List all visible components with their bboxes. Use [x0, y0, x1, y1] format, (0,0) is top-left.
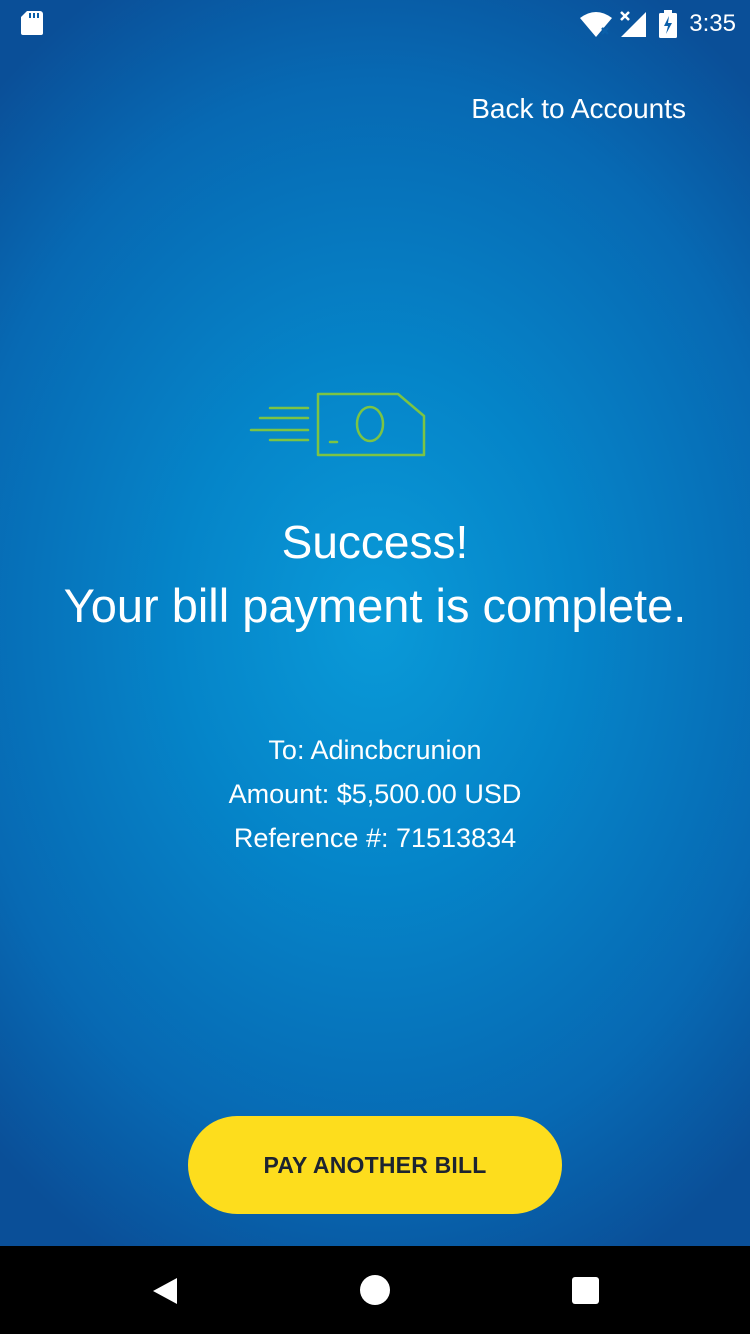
pay-another-bill-button[interactable]: PAY ANOTHER BILL: [188, 1116, 562, 1214]
signal-icon: [620, 11, 647, 37]
back-triangle-icon[interactable]: [150, 1276, 180, 1306]
confirmation-screen: 3:35 Back to Accounts Success! Your bill…: [0, 0, 750, 1246]
status-bar: 3:35: [0, 0, 750, 48]
back-to-accounts-link[interactable]: Back to Accounts: [471, 93, 686, 125]
payment-complete-text: Your bill payment is complete.: [63, 579, 687, 632]
sd-card-icon: [21, 11, 43, 35]
wifi-icon: [580, 12, 613, 37]
payment-details: To: Adincbcrunion Amount: $5,500.00 USD …: [0, 728, 750, 860]
status-time: 3:35: [689, 10, 736, 37]
payee-line: To: Adincbcrunion: [268, 735, 482, 765]
home-circle-icon[interactable]: [360, 1275, 390, 1305]
pay-another-bill-label: PAY ANOTHER BILL: [263, 1151, 487, 1178]
system-nav-bar: [0, 1246, 750, 1334]
success-heading: Success!: [281, 516, 469, 568]
battery-charging-icon: [659, 10, 678, 38]
reference-line: Reference #: 71513834: [233, 823, 517, 853]
amount-line: Amount: $5,500.00 USD: [228, 779, 522, 809]
payment-sent-icon: [249, 392, 426, 457]
status-icons: 3:35: [579, 6, 736, 42]
success-message: Success! Your bill payment is complete.: [0, 510, 750, 638]
recents-square-icon[interactable]: [572, 1277, 599, 1304]
